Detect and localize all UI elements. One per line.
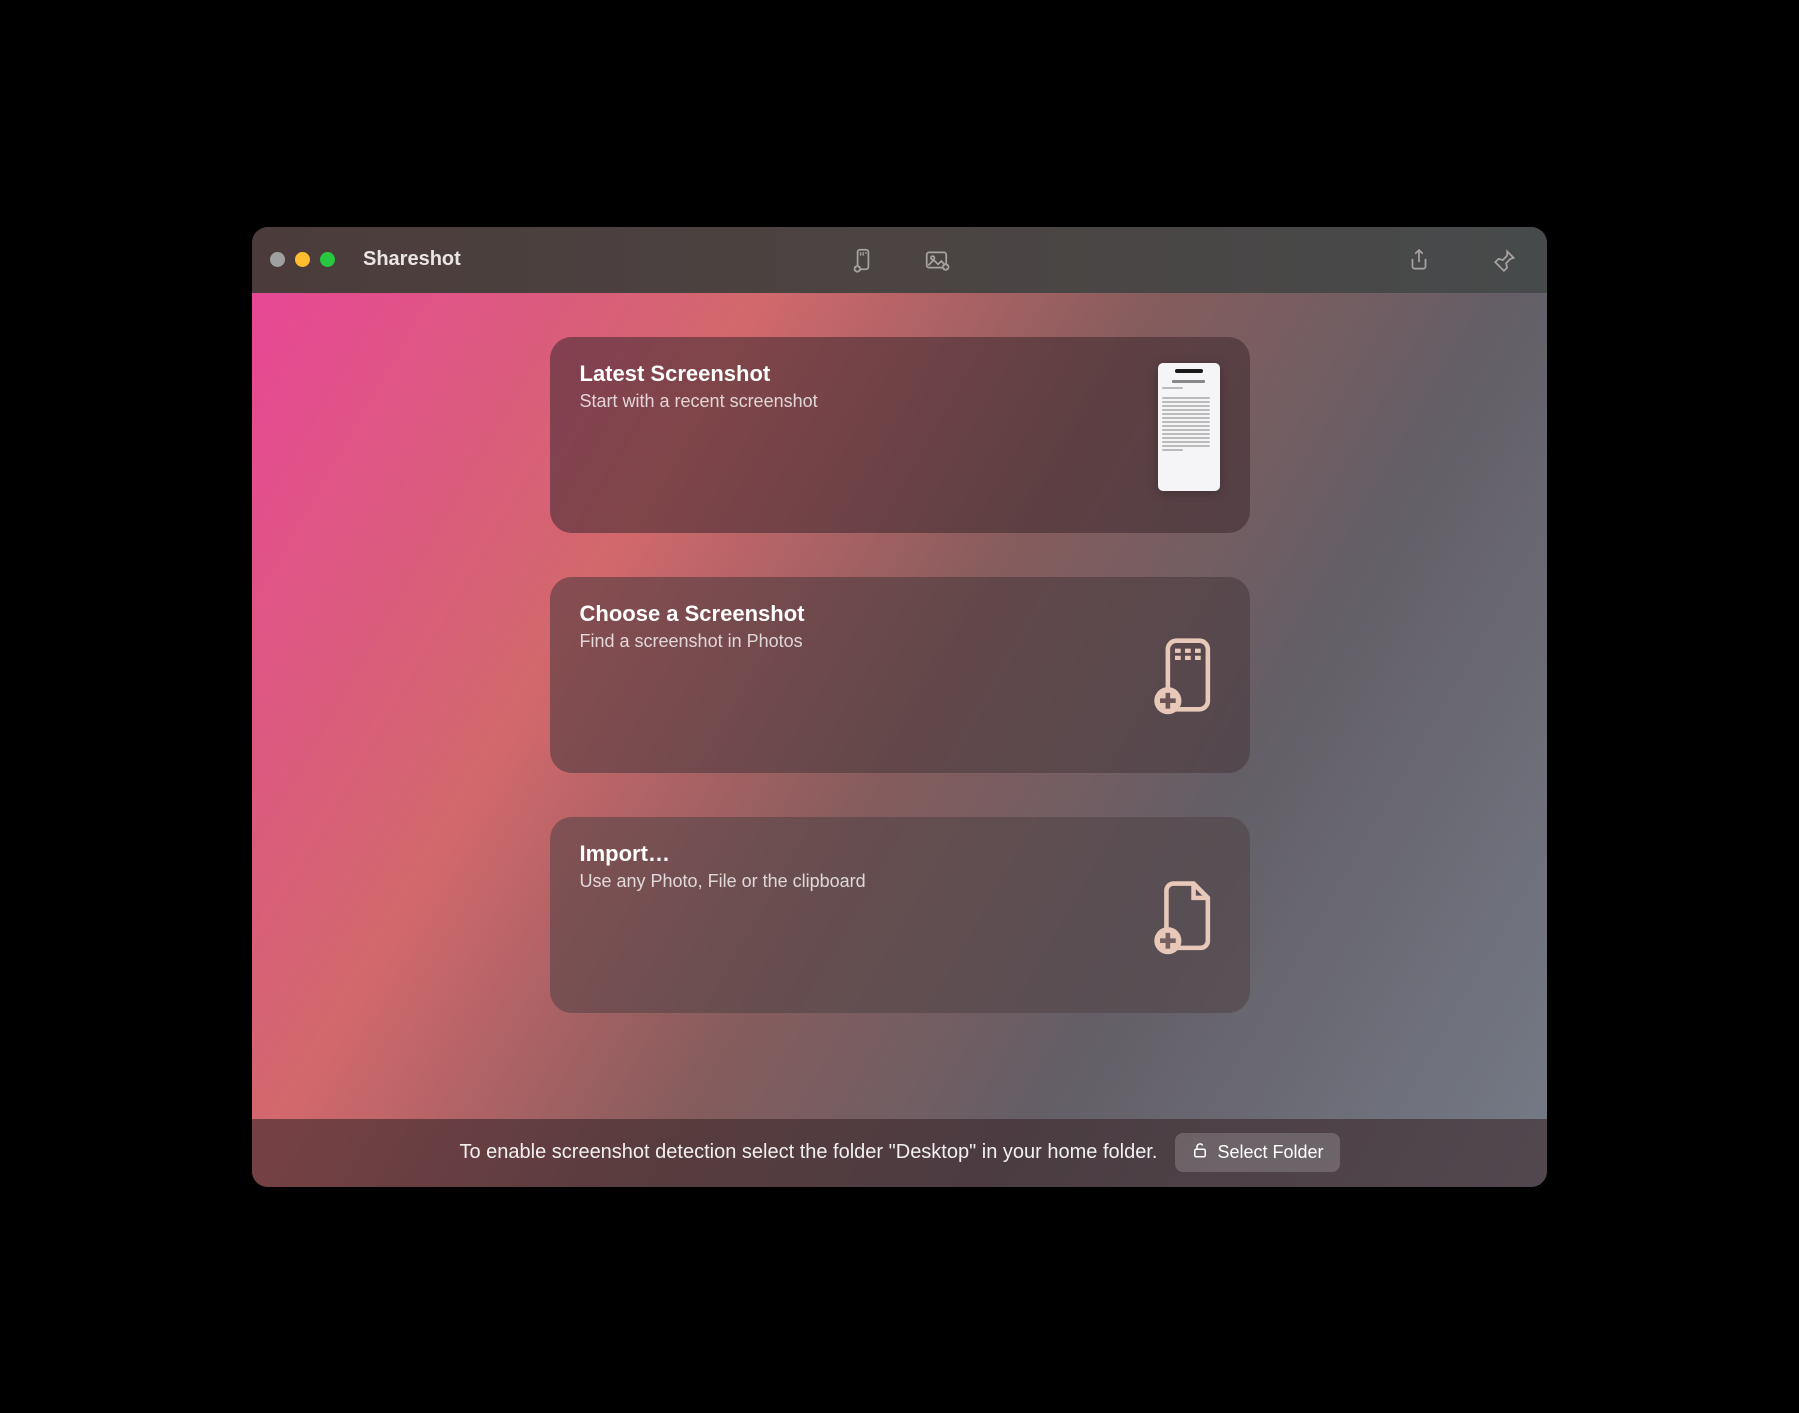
card-subtitle: Start with a recent screenshot (580, 391, 818, 412)
card-text: Import… Use any Photo, File or the clipb… (580, 841, 866, 892)
select-folder-button[interactable]: Select Folder (1175, 1133, 1339, 1172)
toolbar-right (1405, 246, 1529, 274)
select-folder-label: Select Folder (1217, 1142, 1323, 1163)
device-add-icon (1150, 630, 1220, 720)
footer-message: To enable screenshot detection select th… (459, 1141, 1157, 1164)
app-title: Shareshot (363, 248, 461, 271)
close-window-button[interactable] (270, 252, 285, 267)
device-add-icon[interactable] (849, 246, 877, 274)
app-window: Shareshot (252, 227, 1547, 1187)
card-title: Import… (580, 841, 866, 867)
card-title: Choose a Screenshot (580, 601, 805, 627)
screenshot-thumbnail-icon (1158, 363, 1220, 491)
card-subtitle: Use any Photo, File or the clipboard (580, 871, 866, 892)
footer-bar: To enable screenshot detection select th… (252, 1119, 1547, 1187)
traffic-lights (270, 252, 335, 267)
image-add-icon[interactable] (923, 246, 951, 274)
card-choose-screenshot[interactable]: Choose a Screenshot Find a screenshot in… (550, 577, 1250, 773)
card-text: Choose a Screenshot Find a screenshot in… (580, 601, 805, 652)
titlebar: Shareshot (252, 227, 1547, 293)
file-add-icon (1150, 870, 1220, 960)
pin-icon[interactable] (1491, 246, 1519, 274)
card-latest-screenshot[interactable]: Latest Screenshot Start with a recent sc… (550, 337, 1250, 533)
unlock-icon (1191, 1141, 1209, 1164)
zoom-window-button[interactable] (320, 252, 335, 267)
content-area: Latest Screenshot Start with a recent sc… (252, 293, 1547, 1187)
share-icon[interactable] (1405, 246, 1433, 274)
card-title: Latest Screenshot (580, 361, 818, 387)
card-import[interactable]: Import… Use any Photo, File or the clipb… (550, 817, 1250, 1013)
minimize-window-button[interactable] (295, 252, 310, 267)
card-subtitle: Find a screenshot in Photos (580, 631, 805, 652)
card-text: Latest Screenshot Start with a recent sc… (580, 361, 818, 412)
toolbar-center (849, 246, 951, 274)
